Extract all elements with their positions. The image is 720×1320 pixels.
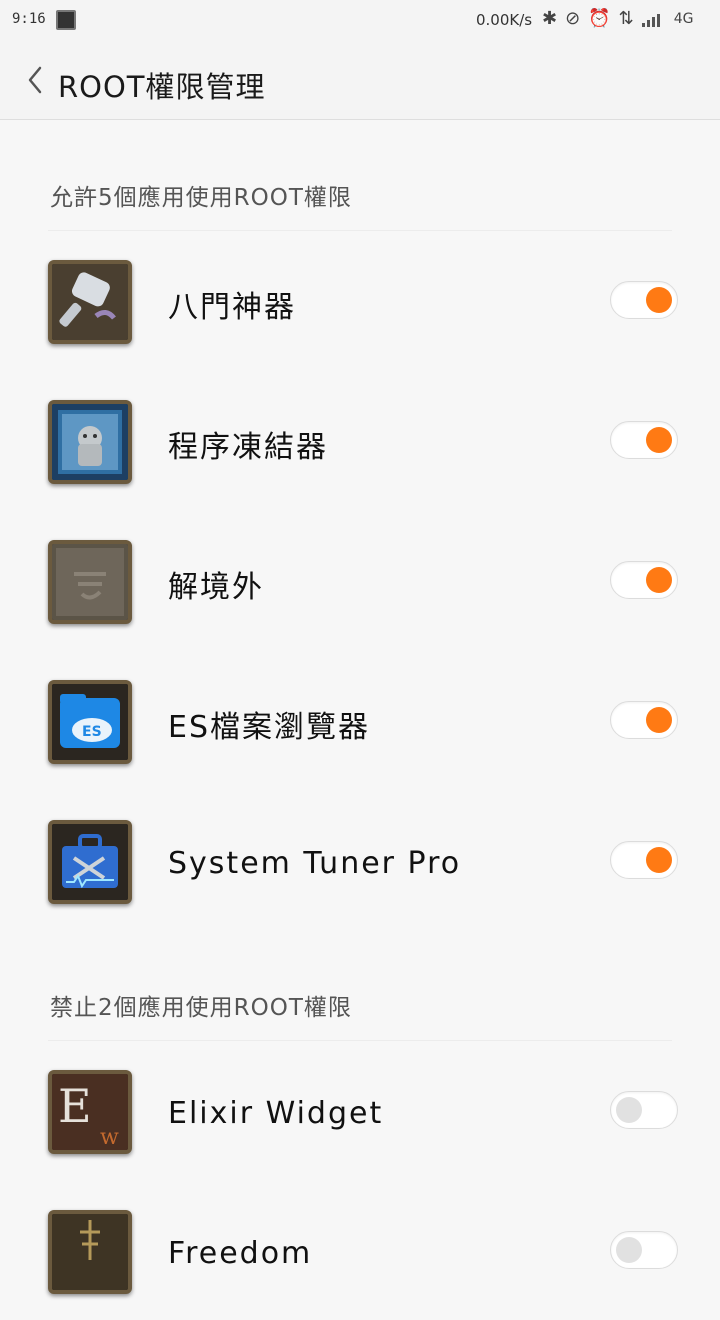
app-header: ROOT權限管理 <box>0 40 720 120</box>
app-icon-freedom <box>48 1210 132 1294</box>
app-icon-key <box>48 260 132 344</box>
app-icon-stone <box>48 540 132 624</box>
list-item[interactable]: 八門神器 <box>0 230 720 370</box>
app-name: 解境外 <box>168 570 264 605</box>
list-item[interactable]: E w Elixir Widget <box>0 1040 720 1180</box>
toggle-knob <box>646 427 672 453</box>
status-bar: 9:16 0.00K/s ✱ ⊘ ⏰ ⇅ 4G <box>0 0 720 40</box>
app-name: Freedom <box>168 1236 313 1271</box>
app-name: ES檔案瀏覽器 <box>168 710 370 745</box>
root-toggle[interactable] <box>610 701 678 739</box>
svg-text:w: w <box>100 1125 119 1150</box>
section-header-allowed: 允許5個應用使用ROOT權限 <box>50 185 352 211</box>
toggle-knob <box>646 287 672 313</box>
root-toggle[interactable] <box>610 561 678 599</box>
signal-icon <box>641 13 660 27</box>
toggle-knob <box>646 707 672 733</box>
app-name: System Tuner Pro <box>168 846 462 881</box>
status-time: 9:16 <box>12 11 46 27</box>
app-name: Elixir Widget <box>168 1096 384 1131</box>
notification-icon <box>56 10 76 30</box>
list-item[interactable]: Freedom <box>0 1180 720 1320</box>
list-item[interactable]: System Tuner Pro <box>0 790 720 930</box>
app-name: 八門神器 <box>168 290 296 325</box>
toggle-knob <box>616 1237 642 1263</box>
page-title: ROOT權限管理 <box>58 70 266 104</box>
network-type: 4G <box>673 10 694 27</box>
root-toggle[interactable] <box>610 1091 678 1129</box>
toggle-knob <box>646 847 672 873</box>
toggle-knob <box>616 1097 642 1123</box>
toggle-knob <box>646 567 672 593</box>
root-toggle[interactable] <box>610 1231 678 1269</box>
root-toggle[interactable] <box>610 281 678 319</box>
root-toggle[interactable] <box>610 841 678 879</box>
list-item[interactable]: 解境外 <box>0 510 720 650</box>
alarm-icon: ⏰ <box>588 8 611 29</box>
svg-text:E: E <box>58 1079 92 1133</box>
net-speed: 0.00K/s <box>476 11 533 29</box>
app-icon-toolbox <box>48 820 132 904</box>
svg-text:ES: ES <box>82 724 102 740</box>
app-icon-freezer <box>48 400 132 484</box>
list-item[interactable]: 程序凍結器 <box>0 370 720 510</box>
vibrate-off-icon: ⊘ <box>565 8 581 29</box>
data-arrows-icon: ⇅ <box>618 8 634 29</box>
app-icon-ew: E w <box>48 1070 132 1154</box>
app-name: 程序凍結器 <box>168 430 328 465</box>
bluetooth-icon: ✱ <box>542 8 558 29</box>
root-toggle[interactable] <box>610 421 678 459</box>
status-icons: ✱ ⊘ ⏰ ⇅ 4G <box>542 8 693 29</box>
chevron-left-icon[interactable] <box>24 64 48 96</box>
app-icon-folder: ES <box>48 680 132 764</box>
section-header-denied: 禁止2個應用使用ROOT權限 <box>50 995 352 1021</box>
list-item[interactable]: ES ES檔案瀏覽器 <box>0 650 720 790</box>
